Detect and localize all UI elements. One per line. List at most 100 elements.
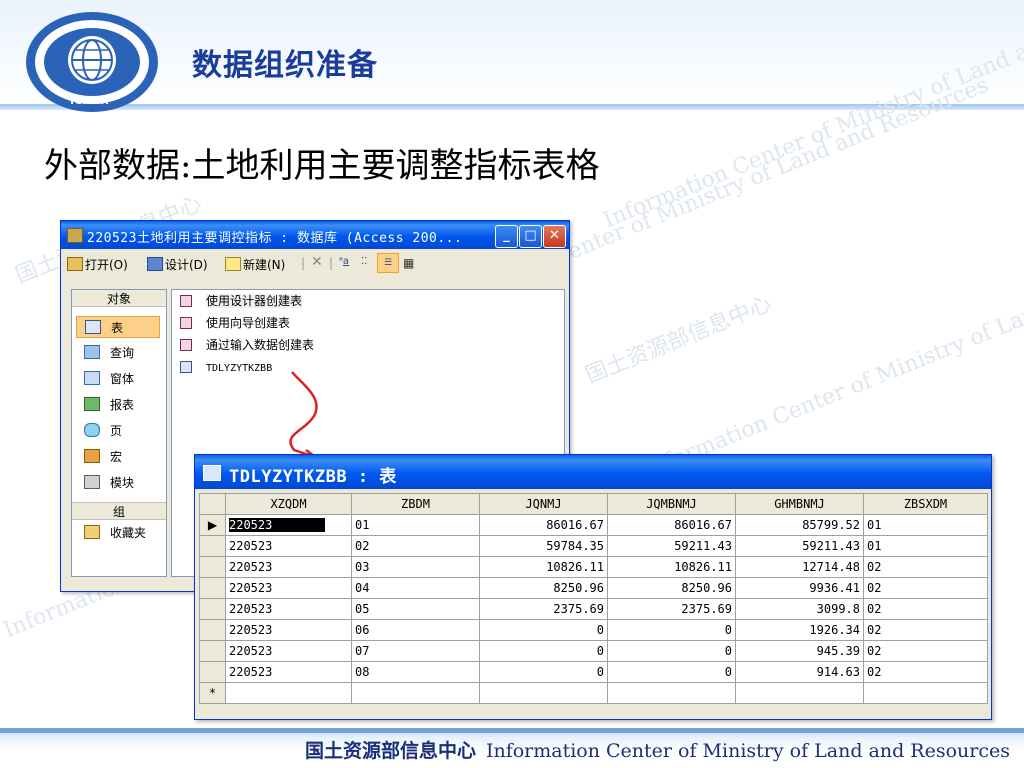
table-cell[interactable]	[735, 682, 864, 704]
table-cell[interactable]: 86016.67	[607, 514, 736, 536]
row-selector[interactable]	[199, 619, 226, 641]
table-cell[interactable]: 02	[863, 640, 988, 662]
table-cell[interactable]	[479, 682, 608, 704]
open-button[interactable]: 打开(O)	[67, 256, 128, 273]
row-selector[interactable]: *	[199, 682, 226, 704]
table-cell[interactable]: 220523	[225, 598, 352, 620]
object-macros[interactable]: 宏	[76, 446, 160, 468]
table-cell[interactable]: 03	[351, 556, 480, 578]
table-cell[interactable]: 02	[863, 598, 988, 620]
table-cell[interactable]: 220523	[225, 577, 352, 599]
select-all-corner[interactable]	[199, 493, 226, 515]
table-cell[interactable]: 220523	[225, 661, 352, 683]
database-window-titlebar[interactable]: 220523土地利用主要调控指标 : 数据库 (Access 200... _ …	[61, 221, 569, 249]
list-item-create-entry[interactable]: 通过输入数据创建表	[180, 336, 314, 354]
table-cell[interactable]: 0	[607, 661, 736, 683]
small-icons-view-icon[interactable]: ⁚⁚	[361, 256, 367, 267]
table-cell[interactable]: 02	[351, 535, 480, 557]
table-cell[interactable]: 220523	[225, 556, 352, 578]
table-cell[interactable]: 02	[863, 577, 988, 599]
list-item-create-design[interactable]: 使用设计器创建表	[180, 292, 303, 310]
table-cell[interactable]: 10826.11	[607, 556, 736, 578]
row-selector[interactable]	[199, 598, 226, 620]
minimize-button[interactable]: _	[495, 225, 518, 248]
maximize-button[interactable]: □	[519, 225, 542, 248]
table-cell[interactable]: 3099.8	[735, 598, 864, 620]
row-selector[interactable]	[199, 556, 226, 578]
table-cell[interactable]: 08	[351, 661, 480, 683]
row-selector[interactable]	[199, 535, 226, 557]
table-cell[interactable]: 220523	[225, 619, 352, 641]
table-cell[interactable]	[607, 682, 736, 704]
header-row: XZQDM ZBDM JQNMJ JQMBNMJ GHMBNMJ ZBSXDM	[199, 493, 988, 515]
object-queries[interactable]: 查询	[76, 342, 160, 364]
table-cell[interactable]: 06	[351, 619, 480, 641]
object-tables[interactable]: 表	[76, 316, 160, 338]
table-cell[interactable]: 0	[607, 619, 736, 641]
table-cell[interactable]: 12714.48	[735, 556, 864, 578]
table-cell[interactable]: 0	[479, 619, 608, 641]
row-selector[interactable]	[199, 661, 226, 683]
table-cell[interactable]: 1926.34	[735, 619, 864, 641]
table-cell[interactable]: 914.63	[735, 661, 864, 683]
row-selector[interactable]	[199, 577, 226, 599]
row-selector[interactable]: ▶	[199, 514, 226, 536]
table-cell[interactable]: 9936.41	[735, 577, 864, 599]
table-cell[interactable]: 0	[479, 640, 608, 662]
details-view-icon[interactable]: ▦	[403, 256, 414, 270]
object-reports[interactable]: 报表	[76, 394, 160, 416]
table-cell[interactable]: 01	[351, 514, 480, 536]
icmlr-logo: ICMLR	[26, 12, 158, 112]
column-header[interactable]: XZQDM	[225, 493, 352, 515]
object-modules[interactable]: 模块	[76, 472, 160, 494]
column-header[interactable]: GHMBNMJ	[735, 493, 864, 515]
table-cell[interactable]: 8250.96	[607, 577, 736, 599]
table-cell[interactable]: 01	[863, 535, 988, 557]
table-cell[interactable]: 2375.69	[479, 598, 608, 620]
list-item-table[interactable]: TDLYZYTKZBB	[180, 358, 272, 376]
column-header[interactable]: JQMBNMJ	[607, 493, 736, 515]
table-cell[interactable]: 01	[863, 514, 988, 536]
table-cell[interactable]	[351, 682, 480, 704]
table-cell[interactable]: 02	[863, 556, 988, 578]
table-cell[interactable]: 945.39	[735, 640, 864, 662]
column-header[interactable]: ZBSXDM	[863, 493, 988, 515]
row-selector[interactable]	[199, 640, 226, 662]
datasheet-titlebar[interactable]: TDLYZYTKZBB : 表	[195, 455, 991, 489]
table-cell[interactable]: 220523	[225, 535, 352, 557]
table-cell[interactable]: 0	[607, 640, 736, 662]
table-cell[interactable]	[863, 682, 988, 704]
table-cell[interactable]: 2375.69	[607, 598, 736, 620]
table-cell[interactable]: 04	[351, 577, 480, 599]
table-cell[interactable]: 05	[351, 598, 480, 620]
table-cell[interactable]	[225, 682, 352, 704]
close-button[interactable]: ✕	[543, 225, 566, 248]
design-button[interactable]: 设计(D)	[147, 256, 208, 273]
table-cell[interactable]: 02	[863, 661, 988, 683]
table-cell[interactable]: 220523	[225, 640, 352, 662]
table-cell[interactable]: 07	[351, 640, 480, 662]
table-row: 220523 02 59784.35 59211.43 59211.43 01	[199, 535, 988, 557]
object-pages[interactable]: 页	[76, 420, 160, 442]
table-cell[interactable]: 59211.43	[735, 535, 864, 557]
table-cell[interactable]: 59784.35	[479, 535, 608, 557]
table-cell[interactable]: 0	[479, 661, 608, 683]
table-cell[interactable]: 02	[863, 619, 988, 641]
large-icons-view-icon[interactable]: ᵃa	[339, 256, 349, 267]
table-cell[interactable]: 220523	[225, 514, 352, 536]
object-forms[interactable]: 窗体	[76, 368, 160, 390]
delete-icon[interactable]: ✕	[311, 254, 323, 270]
open-folder-icon	[67, 257, 83, 271]
table-cell[interactable]: 8250.96	[479, 577, 608, 599]
list-view-icon[interactable]: ☰	[377, 253, 399, 273]
group-favorites[interactable]: 收藏夹	[76, 522, 160, 544]
table-cell[interactable]: 59211.43	[607, 535, 736, 557]
column-header[interactable]: JQNMJ	[479, 493, 608, 515]
new-button[interactable]: 新建(N)	[225, 256, 285, 273]
table-cell[interactable]: 10826.11	[479, 556, 608, 578]
table-cell[interactable]: 86016.67	[479, 514, 608, 536]
column-header[interactable]: ZBDM	[351, 493, 480, 515]
list-item-create-wizard[interactable]: 使用向导创建表	[180, 314, 290, 332]
watermark-text: Information Center of Ministry of Land a…	[640, 233, 1024, 484]
table-cell[interactable]: 85799.52	[735, 514, 864, 536]
